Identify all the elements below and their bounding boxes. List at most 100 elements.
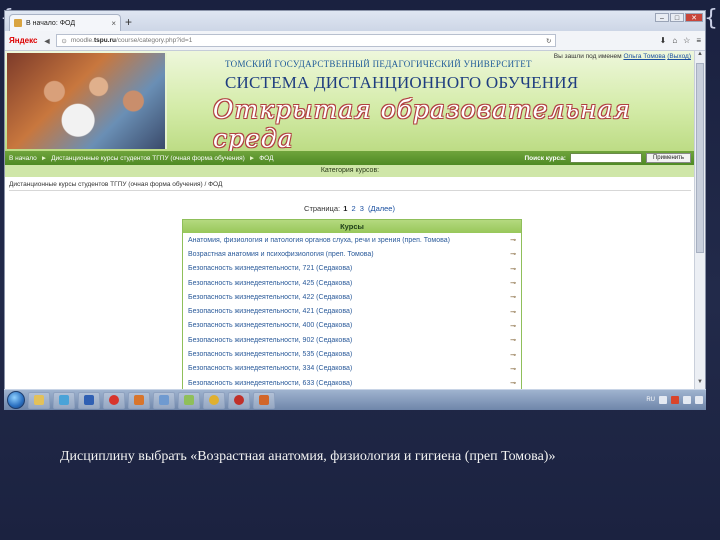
course-link[interactable]: Безопасность жизнедеятельности, 633 (Сед… — [188, 380, 509, 387]
taskbar-presentation-app[interactable] — [253, 391, 275, 409]
course-link[interactable]: Безопасность жизнедеятельности, 535 (Сед… — [188, 351, 509, 358]
course-search-input[interactable] — [569, 153, 642, 163]
logout-link[interactable]: (Выход) — [667, 53, 691, 60]
minimize-button[interactable]: – — [655, 13, 669, 22]
category-selector[interactable]: Категория курсов: — [5, 165, 695, 177]
start-button[interactable] — [7, 391, 25, 409]
breadcrumb-home[interactable]: В начало — [9, 155, 37, 162]
enrol-key-icon: ⊸ — [510, 308, 516, 316]
enrol-key-icon: ⊸ — [510, 365, 516, 373]
browser-toolbar: ⬇ ⌂ ☆ ≡ — [660, 36, 701, 45]
tray-volume-icon[interactable] — [683, 396, 691, 404]
course-link[interactable]: Безопасность жизнедеятельности, 425 (Сед… — [188, 280, 509, 287]
taskbar-chrome-app[interactable] — [203, 391, 225, 409]
course-link[interactable]: Анатомия, физиология и патология органов… — [188, 237, 509, 244]
reload-icon[interactable]: ↻ — [546, 37, 551, 45]
pagination: Страница: 1 2 3 (Далее) — [5, 204, 695, 213]
taskbar-word-app[interactable] — [78, 391, 100, 409]
home-icon[interactable]: ⌂ — [672, 36, 677, 45]
course-link[interactable]: Возрастная анатомия и психофизиология (п… — [188, 251, 509, 258]
tray-network-icon[interactable] — [659, 396, 667, 404]
taskbar-explorer-app[interactable] — [28, 391, 50, 409]
login-info: Вы зашли под именем Ольга Томова (Выход) — [553, 53, 691, 60]
taskbar-opera-app[interactable] — [103, 391, 125, 409]
course-row[interactable]: Безопасность жизнедеятельности, 721 (Сед… — [183, 262, 521, 276]
taskbar-player-app[interactable] — [128, 391, 150, 409]
course-row[interactable]: Безопасность жизнедеятельности, 422 (Сед… — [183, 290, 521, 304]
tab-title: В начало: ФОД — [26, 19, 76, 27]
favicon-icon — [14, 19, 22, 27]
students-photo — [7, 53, 167, 149]
breadcrumb-current: ФОД — [259, 154, 274, 162]
sub-breadcrumb-current[interactable]: ФОД — [208, 181, 222, 188]
page-scrollbar[interactable]: ▲ ▼ — [694, 51, 705, 389]
course-row[interactable]: Безопасность жизнедеятельности, 633 (Сед… — [183, 376, 521, 389]
lock-icon: ⊙ — [61, 37, 67, 45]
course-link[interactable]: Безопасность жизнедеятельности, 721 (Сед… — [188, 265, 509, 272]
scrollbar-thumb[interactable] — [696, 63, 704, 253]
course-link[interactable]: Безопасность жизнедеятельности, 421 (Сед… — [188, 308, 509, 315]
taskbar-yandex-app[interactable] — [228, 391, 250, 409]
browser-tab[interactable]: В начало: ФОД × — [9, 14, 121, 31]
breadcrumb-category[interactable]: Дистанционные курсы студентов ТГПУ (очна… — [51, 155, 245, 162]
site-slogan: Открытая образовательная среда — [213, 95, 631, 153]
taskbar-media-app[interactable] — [53, 391, 75, 409]
course-row[interactable]: Безопасность жизнедеятельности, 535 (Сед… — [183, 347, 521, 361]
close-window-button[interactable]: ✕ — [685, 13, 703, 22]
course-link[interactable]: Безопасность жизнедеятельности, 400 (Сед… — [188, 322, 509, 329]
course-link[interactable]: Безопасность жизнедеятельности, 334 (Сед… — [188, 365, 509, 372]
user-profile-link[interactable]: Ольга Томова — [623, 53, 665, 60]
pager-label: Страница: — [304, 204, 341, 213]
course-row[interactable]: Безопасность жизнедеятельности, 334 (Сед… — [183, 362, 521, 376]
enrol-key-icon: ⊸ — [510, 380, 516, 388]
pager-page-link[interactable]: 3 — [360, 204, 364, 213]
university-name: ТОМСКИЙ ГОСУДАРСТВЕННЫЙ ПЕДАГОГИЧЕСКИЙ У… — [225, 59, 532, 69]
courses-table: Курсы Анатомия, физиология и патология о… — [182, 219, 522, 389]
scroll-down-icon[interactable]: ▼ — [695, 379, 705, 389]
enrol-key-icon: ⊸ — [510, 322, 516, 330]
breadcrumb: В начало ► Дистанционные курсы студентов… — [5, 151, 695, 165]
tray-language[interactable]: RU — [646, 397, 655, 403]
url-text: moodle.tspu.ru/course/category.php?id=1 — [70, 37, 193, 44]
system-title: СИСТЕМА ДИСТАНЦИОННОГО ОБУЧЕНИЯ — [225, 73, 579, 92]
tray-flag-icon[interactable] — [695, 396, 703, 404]
enrol-key-icon: ⊸ — [510, 294, 516, 302]
navigation-bar: Яндекс ◄ ⊙ moodle.tspu.ru/course/categor… — [5, 31, 705, 51]
breadcrumb-separator: ► — [248, 154, 256, 162]
course-row[interactable]: Безопасность жизнедеятельности, 421 (Сед… — [183, 304, 521, 318]
course-row[interactable]: Безопасность жизнедеятельности, 425 (Сед… — [183, 276, 521, 290]
web-page: Вы зашли под именем Ольга Томова (Выход)… — [5, 51, 705, 389]
taskbar-files-app[interactable] — [153, 391, 175, 409]
enrol-key-icon: ⊸ — [510, 251, 516, 259]
new-tab-button[interactable]: + — [125, 15, 132, 29]
sub-breadcrumb-category[interactable]: Дистанционные курсы студентов ТГПУ (очна… — [9, 181, 203, 188]
scroll-up-icon[interactable]: ▲ — [695, 51, 705, 61]
courses-table-header: Курсы — [183, 220, 521, 233]
course-row[interactable]: Возрастная анатомия и психофизиология (п… — [183, 247, 521, 261]
bookmarks-icon[interactable]: ☆ — [683, 36, 690, 45]
menu-icon[interactable]: ≡ — [696, 36, 701, 45]
tray-antivirus-icon[interactable] — [671, 396, 679, 404]
download-icon[interactable]: ⬇ — [660, 36, 667, 45]
course-row[interactable]: Анатомия, физиология и патология органов… — [183, 233, 521, 247]
enrol-key-icon: ⊸ — [510, 337, 516, 345]
sub-breadcrumb: Дистанционные курсы студентов ТГПУ (очна… — [9, 181, 691, 191]
taskbar-tool-app[interactable] — [178, 391, 200, 409]
windows-taskbar: RU — [4, 389, 706, 410]
enrol-key-icon: ⊸ — [510, 351, 516, 359]
maximize-button[interactable]: □ — [670, 13, 684, 22]
system-tray: RU — [646, 396, 703, 404]
yandex-logo[interactable]: Яндекс — [9, 36, 37, 45]
pager-page-link[interactable]: 2 — [351, 204, 355, 213]
course-row[interactable]: Безопасность жизнедеятельности, 400 (Сед… — [183, 319, 521, 333]
address-bar[interactable]: ⊙ moodle.tspu.ru/course/category.php?id=… — [56, 34, 557, 47]
back-arrow-icon[interactable]: ◄ — [42, 36, 51, 46]
tab-bar: В начало: ФОД × + – □ ✕ — [5, 11, 705, 31]
browser-window: В начало: ФОД × + – □ ✕ Яндекс ◄ ⊙ moodl… — [4, 10, 706, 410]
course-search-button[interactable]: Применить — [645, 153, 691, 163]
tab-close-icon[interactable]: × — [111, 19, 116, 28]
course-row[interactable]: Безопасность жизнедеятельности, 902 (Сед… — [183, 333, 521, 347]
course-link[interactable]: Безопасность жизнедеятельности, 422 (Сед… — [188, 294, 509, 301]
pager-next-link[interactable]: (Далее) — [368, 204, 395, 213]
course-link[interactable]: Безопасность жизнедеятельности, 902 (Сед… — [188, 337, 509, 344]
